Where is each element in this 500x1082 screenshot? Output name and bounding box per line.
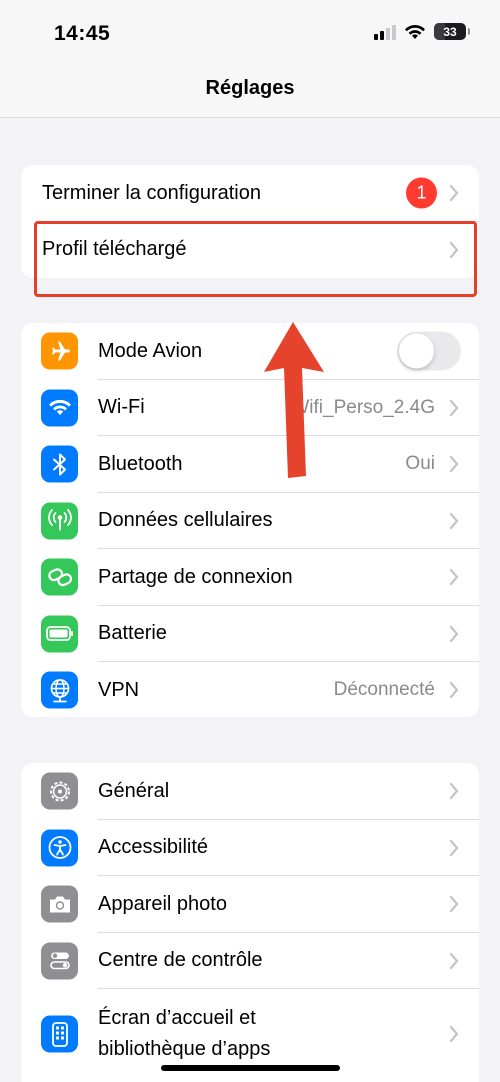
accessibility-icon <box>41 829 78 867</box>
chevron-right-icon <box>449 399 459 416</box>
finish-setup-label: Terminer la configuration <box>42 181 261 204</box>
chevron-right-icon <box>449 952 459 969</box>
chevron-right-icon <box>449 783 459 800</box>
gear-icon <box>41 772 78 810</box>
hotspot-row[interactable]: Partage de connexion <box>21 549 479 606</box>
home-screen-label-line2: bibliothèque d’apps <box>98 1038 271 1060</box>
vpn-label: VPN <box>98 678 140 701</box>
status-icons: 33 <box>374 23 470 40</box>
battery-percent: 33 <box>443 24 457 39</box>
bluetooth-value: Oui <box>405 453 435 475</box>
camera-row[interactable]: Appareil photo <box>21 876 479 933</box>
general-row[interactable]: Général <box>21 763 479 820</box>
battery-status-icon: 33 <box>434 23 470 40</box>
control-center-label: Centre de contrôle <box>98 949 263 972</box>
bluetooth-row[interactable]: Bluetooth Oui <box>21 436 479 493</box>
chevron-right-icon <box>449 839 459 856</box>
battery-icon <box>41 615 78 653</box>
airplane-mode-toggle[interactable] <box>397 331 461 371</box>
navigation-bar: Réglages <box>0 68 500 118</box>
status-time: 14:45 <box>54 22 111 45</box>
chevron-right-icon <box>449 1025 459 1043</box>
chevron-right-icon <box>449 512 459 529</box>
finish-setup-row[interactable]: Terminer la configuration 1 <box>21 165 479 222</box>
chevron-right-icon <box>449 625 459 642</box>
notification-badge: 1 <box>406 177 437 209</box>
battery-label: Batterie <box>98 622 167 645</box>
highlight-box <box>34 221 477 297</box>
chevron-right-icon <box>449 569 459 586</box>
wifi-icon <box>41 389 78 427</box>
general-group: Général Accessibilité Appareil photo Cen… <box>21 763 479 1082</box>
control-center-icon <box>41 942 78 980</box>
camera-label: Appareil photo <box>98 892 227 915</box>
chevron-right-icon <box>449 456 459 473</box>
chevron-right-icon <box>449 896 459 913</box>
vpn-row[interactable]: VPN Déconnecté <box>21 662 479 717</box>
bluetooth-icon <box>41 445 78 483</box>
globe-icon <box>41 671 78 709</box>
cellular-label: Données cellulaires <box>98 509 273 532</box>
accessibility-label: Accessibilité <box>98 836 209 859</box>
home-screen-label: Écran d’accueil et bibliothèque d’apps <box>98 1003 270 1065</box>
camera-icon <box>41 885 78 923</box>
battery-row[interactable]: Batterie <box>21 606 479 662</box>
airplane-icon <box>41 332 78 370</box>
wifi-row[interactable]: Wi-Fi Wifi_Perso_2.4G <box>21 380 479 436</box>
general-label: Général <box>98 779 170 802</box>
airplane-mode-row[interactable]: Mode Avion <box>21 323 479 380</box>
hotspot-label: Partage de connexion <box>98 565 293 588</box>
page-title: Réglages <box>205 77 295 99</box>
arrow-up-annotation <box>264 322 324 478</box>
accessibility-row[interactable]: Accessibilité <box>21 820 479 876</box>
chevron-right-icon <box>449 682 459 699</box>
airplane-mode-label: Mode Avion <box>98 339 203 362</box>
connectivity-group: Mode Avion Wi-Fi Wifi_Perso_2.4G Bluetoo… <box>21 323 479 717</box>
control-center-row[interactable]: Centre de contrôle <box>21 933 479 989</box>
wifi-label: Wi-Fi <box>98 396 145 419</box>
home-screen-icon <box>41 1015 78 1053</box>
wifi-status-icon <box>405 24 425 39</box>
cellular-signal-icon <box>374 24 396 40</box>
antenna-icon <box>41 502 78 540</box>
bluetooth-label: Bluetooth <box>98 452 183 475</box>
cellular-row[interactable]: Données cellulaires <box>21 493 479 549</box>
status-bar: 14:45 33 <box>0 0 500 68</box>
vpn-status-value: Déconnecté <box>333 679 435 701</box>
link-icon <box>41 558 78 596</box>
chevron-right-icon <box>449 185 459 202</box>
home-screen-label-line1: Écran d’accueil et <box>98 1007 256 1029</box>
home-indicator[interactable] <box>161 1065 340 1071</box>
